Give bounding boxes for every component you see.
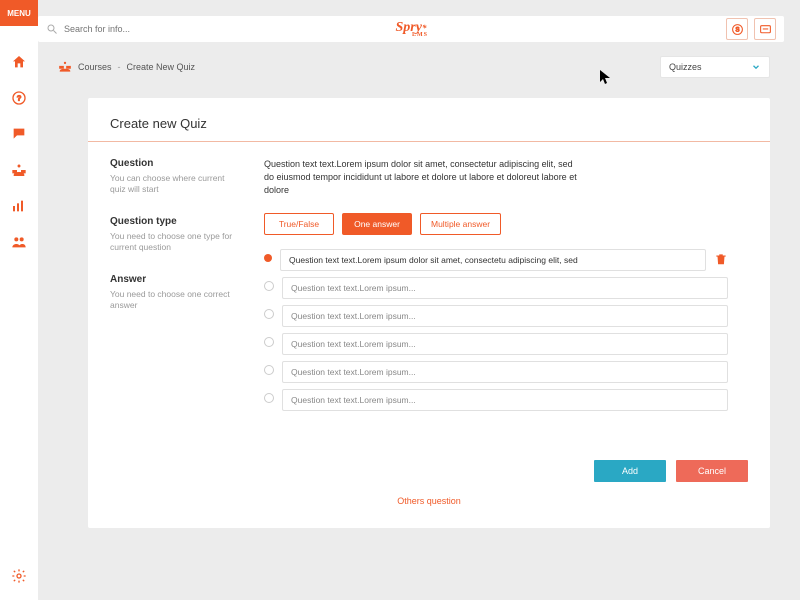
support-icon[interactable]: S: [726, 18, 748, 40]
users-icon[interactable]: [9, 232, 29, 252]
search-icon: [46, 23, 58, 35]
svg-text:?: ?: [17, 94, 21, 103]
answer-row: Question text text.Lorem ipsum...: [264, 333, 728, 355]
brand-logo: Spry* LMS: [394, 21, 428, 38]
answer-row: Question text text.Lorem ipsum...: [264, 305, 728, 327]
type-multiple-answer[interactable]: Multiple answer: [420, 213, 501, 235]
type-one-answer[interactable]: One answer: [342, 213, 412, 235]
answer-row: Question text text.Lorem ipsum...: [264, 361, 728, 383]
section-question-title: Question: [110, 158, 240, 169]
question-type-group: True/False One answer Multiple answer: [264, 213, 728, 235]
answer-radio[interactable]: [264, 254, 272, 262]
quiz-card: Create new Quiz Question You can choose …: [88, 98, 770, 528]
answer-radio[interactable]: [264, 393, 274, 403]
section-type-help: You need to choose one type for current …: [110, 231, 240, 254]
dropdown-label: Quizzes: [669, 62, 702, 72]
answer-radio[interactable]: [264, 337, 274, 347]
chevron-down-icon: [751, 62, 761, 72]
divider: [88, 141, 770, 142]
answer-radio[interactable]: [264, 309, 274, 319]
topbar: Spry* LMS S: [38, 16, 784, 42]
home-icon[interactable]: [9, 52, 29, 72]
question-text: Question text text.Lorem ipsum dolor sit…: [264, 158, 584, 197]
section-answer-help: You need to choose one correct answer: [110, 289, 240, 312]
answer-row: Question text text.Lorem ipsum...: [264, 389, 728, 411]
book-icon: [58, 60, 72, 74]
sidebar: MENU ?: [0, 0, 38, 600]
crumb-current: Create New Quiz: [127, 62, 196, 72]
chat-icon[interactable]: [9, 124, 29, 144]
courses-icon[interactable]: [9, 160, 29, 180]
search-input[interactable]: [64, 24, 204, 34]
answer-radio[interactable]: [264, 281, 274, 291]
add-button[interactable]: Add: [594, 460, 666, 482]
answer-radio[interactable]: [264, 365, 274, 375]
section-question-help: You can choose where current quiz will s…: [110, 173, 240, 196]
message-icon[interactable]: [754, 18, 776, 40]
answer-row: Question text text.Lorem ipsum...: [264, 277, 728, 299]
cancel-button[interactable]: Cancel: [676, 460, 748, 482]
breadcrumb: Courses - Create New Quiz: [58, 60, 195, 74]
answer-text[interactable]: Question text text.Lorem ipsum...: [282, 333, 728, 355]
section-answer-title: Answer: [110, 274, 240, 285]
view-dropdown[interactable]: Quizzes: [660, 56, 770, 78]
answer-text[interactable]: Question text text.Lorem ipsum...: [282, 305, 728, 327]
answer-text[interactable]: Question text text.Lorem ipsum...: [282, 277, 728, 299]
others-question-link[interactable]: Others question: [397, 496, 461, 506]
answer-row: Question text text.Lorem ipsum dolor sit…: [264, 249, 728, 271]
settings-icon[interactable]: [9, 566, 29, 586]
answer-text[interactable]: Question text text.Lorem ipsum dolor sit…: [280, 249, 706, 271]
card-title: Create new Quiz: [110, 116, 748, 131]
type-true-false[interactable]: True/False: [264, 213, 334, 235]
help-icon[interactable]: ?: [9, 88, 29, 108]
section-type-title: Question type: [110, 216, 240, 227]
delete-answer-icon[interactable]: [714, 251, 728, 270]
menu-button[interactable]: MENU: [0, 0, 38, 26]
crumb-root[interactable]: Courses: [78, 62, 112, 72]
analytics-icon[interactable]: [9, 196, 29, 216]
answer-text[interactable]: Question text text.Lorem ipsum...: [282, 389, 728, 411]
svg-text:S: S: [735, 27, 739, 33]
answers-list: Question text text.Lorem ipsum dolor sit…: [264, 249, 728, 411]
answer-text[interactable]: Question text text.Lorem ipsum...: [282, 361, 728, 383]
